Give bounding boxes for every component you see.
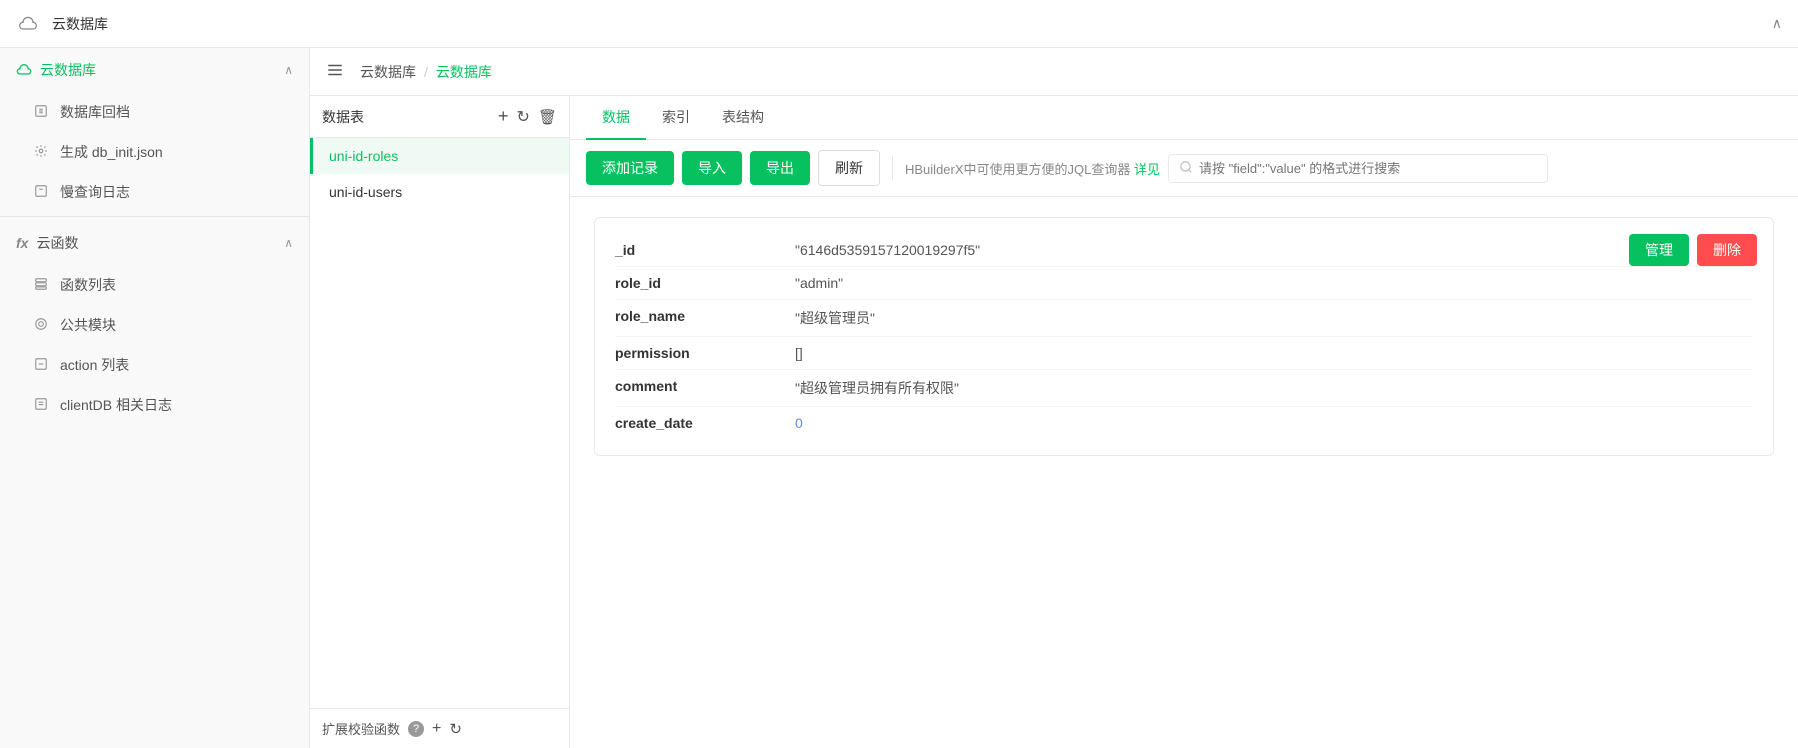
sidebar-item-gen-init-label: 生成 db_init.json bbox=[60, 142, 163, 162]
record-key-permission: permission bbox=[615, 345, 795, 361]
table-refresh-icon[interactable]: ↻ bbox=[517, 107, 530, 127]
record-value-comment: "超级管理员拥有所有权限" bbox=[795, 378, 1753, 398]
top-header: 云数据库 ∧ bbox=[0, 0, 1798, 48]
cloud-db-icon bbox=[16, 12, 40, 36]
toolbar-divider bbox=[892, 156, 893, 180]
table-item-label: uni-id-roles bbox=[329, 148, 398, 164]
toolbar-search bbox=[1168, 154, 1548, 183]
add-record-button[interactable]: 添加记录 bbox=[586, 151, 674, 185]
toolbar-hint: HBuilderX中可使用更方便的JQL查询器 详见 bbox=[905, 159, 1160, 178]
search-input[interactable] bbox=[1199, 161, 1537, 176]
sidebar-item-fn-list-label: 函数列表 bbox=[60, 275, 116, 295]
tab-data[interactable]: 数据 bbox=[586, 97, 646, 140]
record-key-comment: comment bbox=[615, 378, 795, 394]
record-row-permission: permission [] bbox=[615, 337, 1753, 370]
table-list-footer: 扩展校验函数 ? + ↻ bbox=[310, 708, 569, 748]
cloud-db-nav-icon bbox=[16, 62, 32, 78]
footer-refresh-icon[interactable]: ↻ bbox=[449, 720, 462, 738]
record-area: 管理 删除 _id "6146d5359157120019297f5" role… bbox=[570, 197, 1798, 748]
breadcrumb: 云数据库 / 云数据库 bbox=[310, 48, 1798, 96]
sidebar-clouddb-label: 云数据库 bbox=[40, 60, 96, 80]
record-value-id: "6146d5359157120019297f5" bbox=[795, 242, 1753, 258]
sidebar-cloudfn-label: 云函数 bbox=[36, 233, 78, 253]
breadcrumb-current: 云数据库 bbox=[436, 62, 492, 82]
table-item-label: uni-id-users bbox=[329, 184, 402, 200]
sidebar-item-db-backup-label: 数据库回档 bbox=[60, 102, 130, 122]
record-key-create-date: create_date bbox=[615, 415, 795, 431]
main-layout: 云数据库 ∧ 数据库回档 生成 db_init.json 慢查询日志 fx 云函 bbox=[0, 48, 1798, 748]
table-item-uni-id-roles[interactable]: uni-id-roles bbox=[310, 138, 569, 174]
help-icon[interactable]: ? bbox=[408, 721, 424, 737]
inner-layout: 数据表 + ↻ 🗑 uni-id-roles uni-id-users bbox=[310, 96, 1798, 748]
sidebar-item-clientdb-log-label: clientDB 相关日志 bbox=[60, 395, 172, 415]
gen-init-icon bbox=[32, 144, 50, 161]
record-value-create-date: 0 bbox=[795, 415, 1753, 431]
extend-validate-label: 扩展校验函数 bbox=[322, 719, 400, 738]
public-module-icon bbox=[32, 317, 50, 334]
fx-icon: fx bbox=[16, 235, 28, 251]
sidebar-clouddb-header[interactable]: 云数据库 ∧ bbox=[0, 48, 309, 92]
table-list-panel: 数据表 + ↻ 🗑 uni-id-roles uni-id-users bbox=[310, 96, 570, 748]
sidebar-item-slow-log-label: 慢查询日志 bbox=[60, 182, 130, 202]
sidebar: 云数据库 ∧ 数据库回档 生成 db_init.json 慢查询日志 fx 云函 bbox=[0, 48, 310, 748]
record-card: 管理 删除 _id "6146d5359157120019297f5" role… bbox=[594, 217, 1774, 456]
table-list-header: 数据表 + ↻ 🗑 bbox=[310, 96, 569, 138]
record-row-id: _id "6146d5359157120019297f5" bbox=[615, 234, 1753, 267]
tab-structure[interactable]: 表结构 bbox=[706, 97, 780, 140]
table-add-icon[interactable]: + bbox=[498, 106, 509, 127]
tabs-row: 数据 索引 表结构 bbox=[570, 96, 1798, 140]
sidebar-item-db-backup[interactable]: 数据库回档 bbox=[0, 92, 309, 132]
toolbar-hint-link[interactable]: 详见 bbox=[1134, 162, 1160, 177]
sidebar-cloudfn-header[interactable]: fx 云函数 ∧ bbox=[0, 221, 309, 265]
sidebar-divider bbox=[0, 216, 309, 217]
record-row-role-name: role_name "超级管理员" bbox=[615, 300, 1753, 337]
sidebar-item-clientdb-log[interactable]: clientDB 相关日志 bbox=[0, 385, 309, 425]
record-row-comment: comment "超级管理员拥有所有权限" bbox=[615, 370, 1753, 407]
record-row-role-id: role_id "admin" bbox=[615, 267, 1753, 300]
import-button[interactable]: 导入 bbox=[682, 151, 742, 185]
table-list-actions: + ↻ 🗑 bbox=[498, 106, 557, 127]
manage-button[interactable]: 管理 bbox=[1629, 234, 1689, 266]
footer-add-icon[interactable]: + bbox=[432, 720, 441, 738]
tab-index[interactable]: 索引 bbox=[646, 97, 706, 140]
clientdb-log-icon bbox=[32, 397, 50, 414]
breadcrumb-root: 云数据库 bbox=[360, 62, 416, 82]
sidebar-item-gen-init[interactable]: 生成 db_init.json bbox=[0, 132, 309, 172]
sidebar-item-public-module[interactable]: 公共模块 bbox=[0, 305, 309, 345]
search-icon bbox=[1179, 160, 1193, 177]
table-list-title: 数据表 bbox=[322, 107, 364, 127]
table-delete-icon[interactable]: 🗑 bbox=[538, 108, 557, 126]
sidebar-item-action-list-label: action 列表 bbox=[60, 355, 129, 375]
record-value-role-name: "超级管理员" bbox=[795, 308, 1753, 328]
data-panel: 数据 索引 表结构 添加记录 导入 导出 刷新 bbox=[570, 96, 1798, 748]
toolbar-row: 添加记录 导入 导出 刷新 HBuilderX中可使用更方便的JQL查询器 详见 bbox=[570, 140, 1798, 197]
table-item-uni-id-users[interactable]: uni-id-users bbox=[310, 174, 569, 210]
breadcrumb-separator: / bbox=[424, 64, 428, 80]
sidebar-clouddb-chevron: ∧ bbox=[284, 63, 293, 77]
content-area: 云数据库 / 云数据库 数据表 + ↻ 🗑 uni-id-roles bbox=[310, 48, 1798, 748]
delete-button[interactable]: 删除 bbox=[1697, 234, 1757, 266]
sidebar-item-fn-list[interactable]: 函数列表 bbox=[0, 265, 309, 305]
record-key-role-id: role_id bbox=[615, 275, 795, 291]
record-row-create-date: create_date 0 bbox=[615, 407, 1753, 439]
menu-icon[interactable] bbox=[326, 61, 344, 82]
record-value-role-id: "admin" bbox=[795, 275, 1753, 291]
sidebar-item-action-list[interactable]: action 列表 bbox=[0, 345, 309, 385]
db-backup-icon bbox=[32, 104, 50, 121]
record-key-id: _id bbox=[615, 242, 795, 258]
refresh-button[interactable]: 刷新 bbox=[818, 150, 880, 186]
fn-list-icon bbox=[32, 277, 50, 294]
export-button[interactable]: 导出 bbox=[750, 151, 810, 185]
header-title: 云数据库 bbox=[52, 14, 108, 34]
table-list-items: uni-id-roles uni-id-users bbox=[310, 138, 569, 708]
sidebar-item-slow-log[interactable]: 慢查询日志 bbox=[0, 172, 309, 212]
action-list-icon bbox=[32, 357, 50, 374]
slow-log-icon bbox=[32, 184, 50, 201]
sidebar-item-public-module-label: 公共模块 bbox=[60, 315, 116, 335]
header-collapse-btn[interactable]: ∧ bbox=[1772, 15, 1782, 32]
record-card-actions: 管理 删除 bbox=[1629, 234, 1757, 266]
sidebar-cloudfn-chevron: ∧ bbox=[284, 236, 293, 250]
record-value-permission: [] bbox=[795, 345, 1753, 361]
record-key-role-name: role_name bbox=[615, 308, 795, 324]
